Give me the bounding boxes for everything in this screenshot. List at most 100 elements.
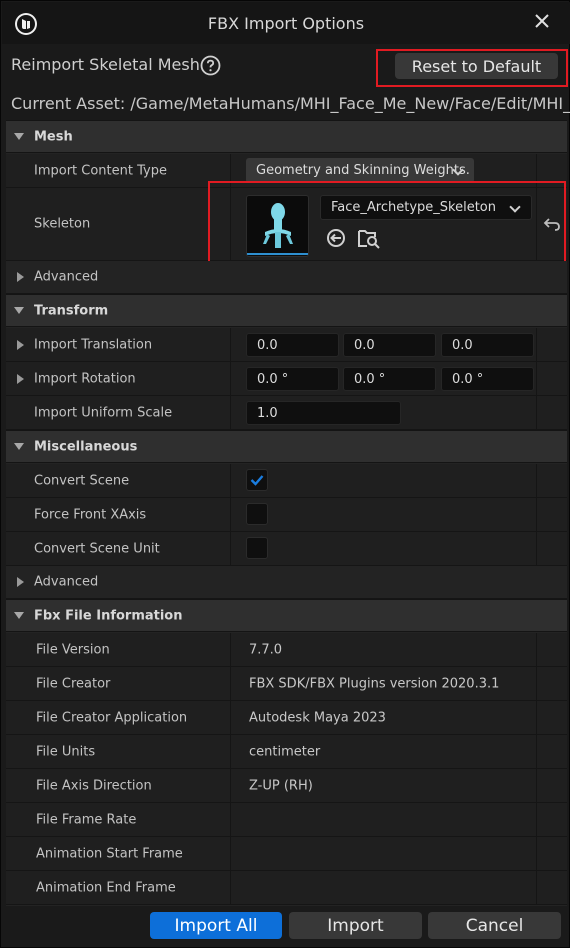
property-value: FBX SDK/FBX Plugins version 2020.3.1 — [249, 676, 500, 691]
close-button[interactable] — [527, 8, 557, 34]
translation-y-field[interactable]: 0.0 — [343, 333, 436, 357]
expand-arrow-icon[interactable] — [17, 373, 24, 384]
column-divider — [536, 735, 537, 768]
property-label: Force Front XAxis — [34, 507, 147, 522]
row-file-creator: File Creator FBX SDK/FBX Plugins version… — [6, 667, 567, 701]
column-divider — [230, 633, 231, 666]
property-value: centimeter — [249, 744, 321, 759]
column-divider — [536, 803, 537, 836]
row-animation-end-frame: Animation End Frame — [6, 871, 567, 905]
row-misc-advanced[interactable]: Advanced — [6, 566, 567, 599]
rotation-y-field[interactable]: 0.0 ° — [343, 367, 436, 391]
close-icon — [535, 14, 549, 28]
translation-z-field[interactable]: 0.0 — [441, 333, 534, 357]
expand-arrow-icon — [17, 577, 24, 587]
property-label: Convert Scene Unit — [34, 541, 160, 556]
collapse-arrow-icon — [14, 132, 24, 140]
import-content-type-dropdown[interactable]: Geometry and Skinning Weights. — [246, 158, 474, 183]
advanced-label: Advanced — [34, 269, 99, 285]
cancel-button[interactable]: Cancel — [428, 912, 561, 939]
rotation-x-field[interactable]: 0.0 ° — [246, 367, 339, 391]
collapse-arrow-icon — [14, 611, 24, 619]
property-label: Convert Scene — [34, 473, 130, 488]
column-divider — [230, 803, 231, 836]
column-divider — [230, 328, 231, 361]
current-asset-path: Current Asset: /Game/MetaHumans/MHI_Face… — [11, 94, 570, 113]
advanced-label: Advanced — [34, 574, 99, 590]
property-value: Autodesk Maya 2023 — [249, 710, 386, 725]
property-label: File Units — [36, 744, 96, 759]
reset-to-default-button[interactable]: Reset to Default — [395, 53, 558, 79]
category-miscellaneous[interactable]: Miscellaneous — [6, 430, 567, 463]
row-file-version: File Version 7.7.0 — [6, 633, 567, 667]
column-divider — [230, 667, 231, 700]
column-divider — [230, 396, 231, 429]
property-value: 7.7.0 — [249, 642, 283, 657]
column-divider — [536, 871, 537, 904]
category-label: Miscellaneous — [34, 439, 138, 454]
dialog-title: FBX Import Options — [207, 14, 365, 33]
convert-scene-unit-checkbox[interactable] — [246, 537, 268, 559]
row-file-frame-rate: File Frame Rate — [6, 803, 567, 837]
translation-x-field[interactable]: 0.0 — [246, 333, 339, 357]
category-label: Fbx File Information — [34, 608, 183, 623]
column-divider — [230, 498, 231, 531]
convert-scene-checkbox[interactable] — [246, 469, 268, 491]
collapse-arrow-icon — [14, 442, 24, 450]
title-bar: FBX Import Options — [2, 2, 570, 44]
property-label: File Axis Direction — [36, 778, 152, 793]
category-transform[interactable]: Transform — [6, 294, 567, 327]
property-label: Import Rotation — [34, 371, 136, 386]
property-label: File Creator Application — [36, 710, 188, 725]
property-label: File Frame Rate — [36, 812, 137, 827]
column-divider — [230, 464, 231, 497]
row-convert-scene-unit: Convert Scene Unit — [6, 532, 567, 566]
column-divider — [536, 837, 537, 870]
check-mark-icon — [250, 475, 264, 486]
property-label: File Version — [36, 642, 110, 657]
property-label: Import Translation — [34, 337, 153, 352]
column-divider — [536, 328, 537, 361]
expand-arrow-icon — [17, 272, 24, 282]
column-divider — [536, 362, 537, 395]
reimport-label: Reimport Skeletal Mesh — [11, 55, 200, 74]
help-icon[interactable] — [200, 55, 221, 76]
column-divider — [536, 396, 537, 429]
column-divider — [230, 532, 231, 565]
dropdown-value: Geometry and Skinning Weights. — [256, 163, 470, 178]
collapse-arrow-icon — [14, 306, 24, 314]
property-label: File Creator — [36, 676, 111, 691]
column-divider — [230, 701, 231, 734]
column-divider — [230, 769, 231, 802]
property-label: Import Uniform Scale — [34, 405, 173, 420]
category-label: Mesh — [34, 129, 73, 144]
column-divider — [230, 871, 231, 904]
force-front-xaxis-checkbox[interactable] — [246, 503, 268, 525]
uniform-scale-field[interactable]: 1.0 — [246, 401, 401, 425]
column-divider — [536, 532, 537, 565]
import-button[interactable]: Import — [289, 912, 422, 939]
rotation-z-field[interactable]: 0.0 ° — [441, 367, 534, 391]
category-fbx-file-information[interactable]: Fbx File Information — [6, 599, 567, 632]
fbx-import-dialog: FBX Import Options Reimport Skeletal Mes… — [0, 0, 570, 948]
property-value: Z-UP (RH) — [249, 778, 313, 793]
property-label: Animation Start Frame — [36, 846, 183, 861]
row-import-translation: Import Translation 0.0 0.0 0.0 — [6, 328, 567, 362]
column-divider — [230, 837, 231, 870]
property-label: Import Content Type — [34, 163, 167, 178]
import-all-button[interactable]: Import All — [150, 912, 282, 939]
property-label: Skeleton — [34, 216, 91, 232]
row-file-units: File Units centimeter — [6, 735, 567, 769]
row-mesh-advanced[interactable]: Advanced — [6, 261, 567, 294]
row-force-front-xaxis: Force Front XAxis — [6, 498, 567, 532]
column-divider — [536, 769, 537, 802]
column-divider — [536, 464, 537, 497]
row-file-creator-application: File Creator Application Autodesk Maya 2… — [6, 701, 567, 735]
row-convert-scene: Convert Scene — [6, 464, 567, 498]
category-mesh[interactable]: Mesh — [6, 120, 567, 153]
column-divider — [536, 667, 537, 700]
expand-arrow-icon[interactable] — [17, 339, 24, 350]
column-divider — [230, 362, 231, 395]
column-divider — [536, 498, 537, 531]
details-panel: Mesh Import Content Type Geometry and Sk… — [6, 120, 567, 906]
